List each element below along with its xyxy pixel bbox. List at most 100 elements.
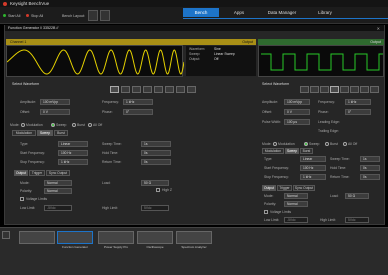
- tab-bench[interactable]: Bench: [183, 8, 219, 17]
- info-waveform-label: Waveform:: [189, 47, 206, 51]
- thumb-oscilloscope[interactable]: [137, 231, 173, 244]
- ch1-tab-sweep[interactable]: Sweep: [37, 130, 53, 136]
- ch2-tab-sweep[interactable]: Sweep: [285, 148, 299, 154]
- ch1-stop-freq-field[interactable]: 1 kHz: [58, 159, 88, 165]
- ch2-load-field[interactable]: 50 Ω: [345, 193, 369, 199]
- ch2-noise-wave-button[interactable]: [360, 86, 369, 93]
- ch2-start-freq-label: Start Frequency:: [264, 166, 290, 170]
- ch1-ramp-wave-button[interactable]: [132, 86, 141, 93]
- ch2-voltage-limits-checkbox[interactable]: [264, 210, 268, 214]
- ch2-ramp-wave-button[interactable]: [320, 86, 329, 93]
- ch1-offset-field[interactable]: 0 V: [40, 109, 70, 115]
- ch2-arb-wave-button[interactable]: [340, 86, 349, 93]
- ch1-tab-burst[interactable]: Burst: [54, 130, 68, 136]
- thumb-spectrum-analyzer[interactable]: [176, 231, 212, 244]
- ch2-mode-sweep-label: Sweep: [309, 142, 320, 146]
- ch1-pulse-wave-button[interactable]: [143, 86, 152, 93]
- layout-list-button[interactable]: [100, 10, 110, 21]
- ch1-dc-wave-button[interactable]: [187, 86, 196, 93]
- ch2-mode-alloff-label: All Off: [348, 142, 358, 146]
- ch1-mode-burst-radio[interactable]: [72, 123, 76, 127]
- ch2-square-wave-button[interactable]: [310, 86, 319, 93]
- ch2-mode-burst-radio[interactable]: [325, 142, 329, 146]
- ch2-return-time-field[interactable]: 0s: [360, 174, 380, 180]
- ch1-noise-wave-button[interactable]: [176, 86, 185, 93]
- tab-apps[interactable]: Apps: [221, 8, 257, 17]
- ch1-load-field[interactable]: 50 Ω: [141, 180, 169, 186]
- ch2-stop-freq-field[interactable]: 1 kHz: [300, 174, 326, 180]
- ch1-hold-time-field[interactable]: 0s: [141, 150, 171, 156]
- ch1-arb-wave-button[interactable]: [154, 86, 163, 93]
- ch1-triangle-wave-button[interactable]: [165, 86, 174, 93]
- ch1-high-limit-label: High Limit:: [102, 206, 119, 210]
- ch1-mode-sweep-radio[interactable]: [51, 123, 55, 127]
- ch1-highz-checkbox[interactable]: [156, 188, 160, 192]
- ch2-tab-trigger[interactable]: Trigger: [277, 185, 292, 191]
- ch2-out-mode-select[interactable]: Normal: [284, 193, 308, 199]
- ch2-tab-output[interactable]: Output: [262, 185, 276, 191]
- ch2-low-limit-field[interactable]: -5Vdc: [284, 217, 308, 223]
- ch1-out-mode-select[interactable]: Normal: [44, 180, 72, 186]
- ch2-offset-field[interactable]: 0 V: [284, 109, 310, 115]
- ch2-mode-sweep-radio[interactable]: [304, 142, 308, 146]
- ch2-pulse-wave-button[interactable]: [330, 86, 339, 93]
- ch2-sweep-time-field[interactable]: 1s: [360, 156, 380, 162]
- ch2-high-limit-field[interactable]: 5Vdc: [345, 217, 369, 223]
- layout-grid-button[interactable]: [88, 10, 98, 21]
- ch2-polarity-select[interactable]: Normal: [284, 201, 308, 207]
- info-sweep-value: Linear Sweep: [214, 52, 235, 56]
- ch2-mode-modulation-radio[interactable]: [273, 142, 277, 146]
- start-all-button[interactable]: Start All: [3, 10, 20, 21]
- ch2-hold-time-field[interactable]: 0s: [360, 165, 380, 171]
- stop-all-button[interactable]: Stop All: [26, 10, 43, 21]
- ch2-start-freq-field[interactable]: 100 Hz: [300, 165, 326, 171]
- thumb-blank[interactable]: [19, 231, 55, 244]
- ch1-return-time-field[interactable]: 0s: [141, 159, 171, 165]
- ch2-mode-alloff-radio[interactable]: [343, 142, 347, 146]
- ch1-phase-field[interactable]: 0°: [123, 109, 153, 115]
- ch1-mode-modulation-radio[interactable]: [21, 123, 25, 127]
- thumb-function-generator[interactable]: [57, 231, 93, 244]
- ch2-type-select[interactable]: Linear: [300, 156, 326, 162]
- ch2-polarity-label: Polarity:: [264, 202, 277, 206]
- ch1-tab-output[interactable]: Output: [14, 170, 28, 176]
- ch2-tab-burst[interactable]: Burst: [300, 148, 313, 154]
- ch2-dc-wave-button[interactable]: [370, 86, 379, 93]
- close-icon[interactable]: ✕: [377, 26, 380, 31]
- ch1-high-limit-field[interactable]: 5Vdc: [141, 205, 169, 211]
- ch1-low-limit-field[interactable]: -5Vdc: [44, 205, 72, 211]
- ch2-out-mode-label: Mode:: [264, 194, 274, 198]
- ch1-type-select[interactable]: Linear: [58, 141, 88, 147]
- ch1-mode-alloff-radio[interactable]: [88, 123, 92, 127]
- tray-collapse-button[interactable]: [2, 231, 10, 239]
- ch1-sweep-time-field[interactable]: 1s: [141, 141, 171, 147]
- ch1-tab-modulation[interactable]: Modulation: [12, 130, 36, 136]
- ch2-tab-modulation[interactable]: Modulation: [262, 148, 284, 154]
- ch2-pulse-width-field[interactable]: 100 µs: [284, 119, 310, 125]
- ch1-start-freq-field[interactable]: 100 Hz: [58, 150, 88, 156]
- ch1-output-label: Output: [242, 40, 253, 44]
- tab-library[interactable]: Library: [307, 8, 343, 17]
- ch1-polarity-select[interactable]: Normal: [44, 188, 72, 194]
- ch2-tab-sync-output[interactable]: Sync Output: [293, 185, 315, 191]
- ch1-frequency-field[interactable]: 1 kHz: [123, 99, 153, 105]
- tab-data-manager[interactable]: Data Manager: [259, 8, 305, 17]
- info-output-value: Off: [214, 57, 219, 61]
- ch1-sine-wave-button[interactable]: [110, 86, 119, 93]
- title-bar: Keysight BenchVue: [0, 0, 388, 7]
- ch2-phase-field[interactable]: 0°: [345, 109, 371, 115]
- ch2-frequency-field[interactable]: 1 kHz: [345, 99, 371, 105]
- ch1-tab-trigger[interactable]: Trigger: [29, 170, 45, 176]
- ch1-voltage-limits-checkbox[interactable]: [20, 197, 24, 201]
- ch1-tab-sync-output[interactable]: Sync Output: [46, 170, 70, 176]
- ch2-amplitude-field[interactable]: 100 mVpp: [284, 99, 310, 105]
- ch1-waveform-display: [6, 45, 185, 77]
- thumb-power-supply[interactable]: [98, 231, 134, 244]
- ch1-square-wave-button[interactable]: [121, 86, 130, 93]
- ch2-amplitude-label: Amplitude:: [262, 100, 279, 104]
- ch2-triangle-wave-button[interactable]: [350, 86, 359, 93]
- ch1-amplitude-field[interactable]: 100 mVpp: [40, 99, 70, 105]
- ch1-sweep-waveform: [6, 49, 185, 75]
- ch2-sine-wave-button[interactable]: [300, 86, 309, 93]
- toolbar: Start All Stop All Bench Layout: Bench A…: [0, 7, 388, 24]
